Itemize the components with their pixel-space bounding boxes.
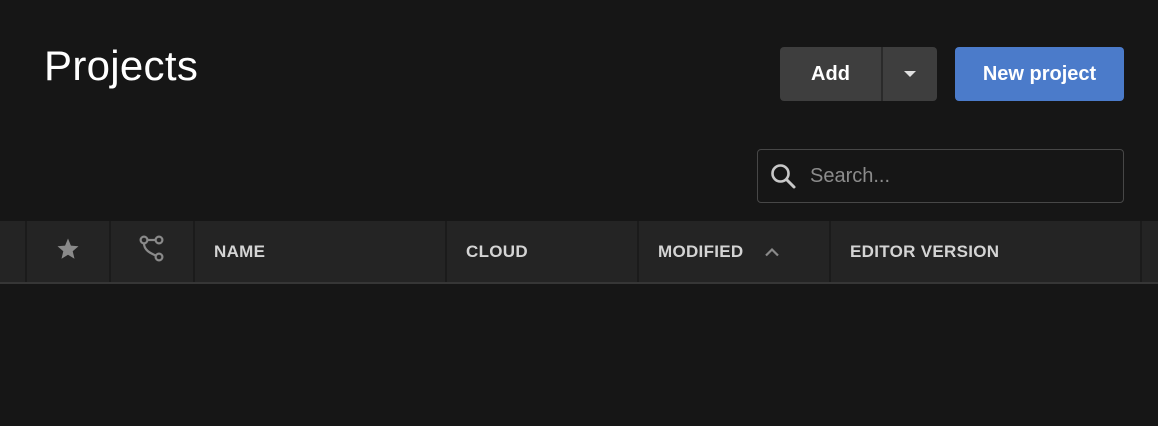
column-handle (0, 221, 27, 282)
column-modified[interactable]: MODIFIED (639, 221, 831, 282)
project-list (0, 284, 1158, 426)
search-icon (769, 162, 797, 190)
table-header: NAME CLOUD MODIFIED EDITOR VERSION (0, 221, 1158, 284)
column-editor-version-label: EDITOR VERSION (850, 241, 1000, 261)
branch-icon (139, 235, 165, 268)
star-icon (56, 237, 80, 266)
column-modified-label: MODIFIED (658, 241, 744, 261)
sort-ascending-icon[interactable] (764, 247, 780, 257)
column-cloud-label: CLOUD (466, 241, 528, 261)
new-project-button[interactable]: New project (955, 47, 1124, 101)
search-input[interactable] (797, 150, 1123, 202)
chevron-down-icon (904, 71, 916, 77)
add-button-group: Add (780, 47, 937, 101)
search-box[interactable] (757, 149, 1124, 203)
projects-page: Projects Add New project Search... NAME … (0, 0, 1158, 426)
column-overflow (1142, 221, 1158, 282)
add-dropdown-button[interactable] (883, 47, 937, 101)
add-button[interactable]: Add (780, 47, 881, 101)
page-title: Projects (44, 42, 199, 89)
column-name[interactable]: NAME (195, 221, 447, 282)
column-version-control[interactable] (111, 221, 195, 282)
column-name-label: NAME (214, 241, 266, 261)
column-cloud[interactable]: CLOUD (447, 221, 639, 282)
column-editor-version[interactable]: EDITOR VERSION (831, 221, 1142, 282)
column-favorite[interactable] (27, 221, 111, 282)
